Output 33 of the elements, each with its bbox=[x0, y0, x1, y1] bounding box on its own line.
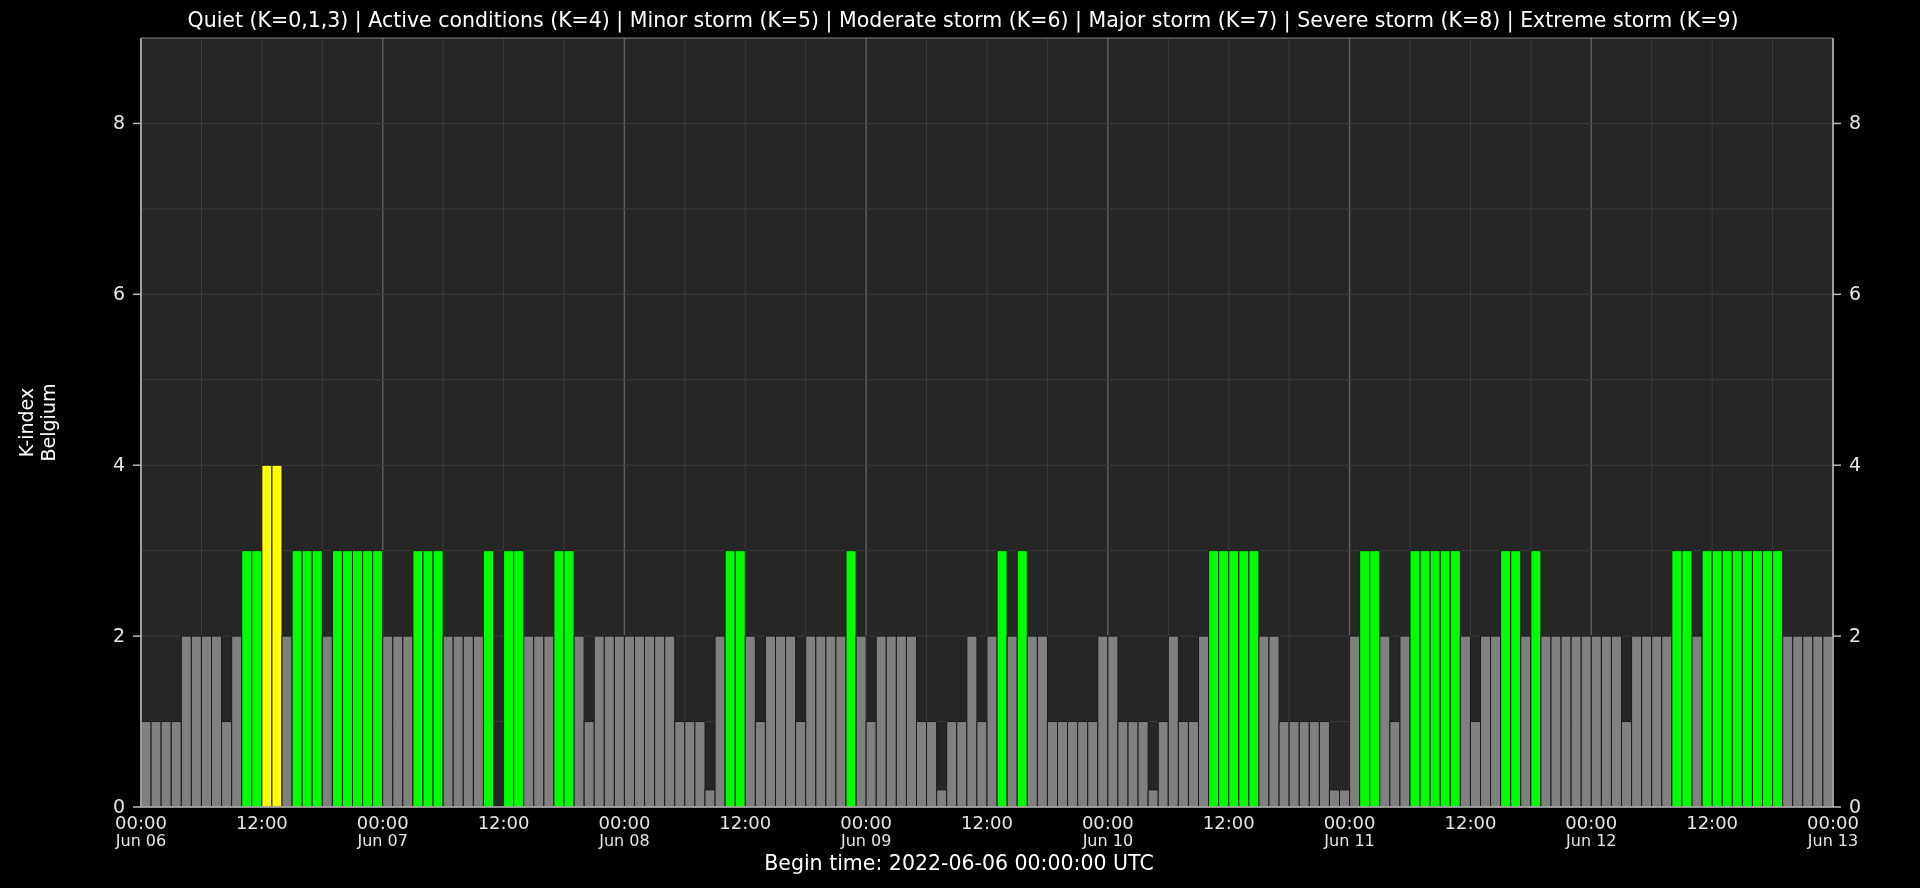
tick-label: 00:00 bbox=[598, 812, 651, 833]
tick-label: 6 bbox=[1849, 282, 1862, 305]
tick-label: 2 bbox=[1849, 624, 1862, 647]
tick-label: 00:00 bbox=[840, 812, 893, 833]
axis-title: Belgium bbox=[37, 383, 59, 462]
tick-label: 12:00 bbox=[961, 812, 1013, 833]
date-label: Jun 08 bbox=[599, 831, 650, 850]
tick-label: 12:00 bbox=[1202, 812, 1255, 833]
date-label: Jun 09 bbox=[840, 831, 892, 850]
tick-label: 12:00 bbox=[1444, 812, 1497, 833]
axis-title: K-index bbox=[15, 387, 37, 458]
date-label: Jun 10 bbox=[1082, 831, 1134, 850]
date-label: Jun 12 bbox=[1566, 831, 1617, 850]
date-label: Jun 07 bbox=[357, 831, 408, 850]
tick-label: 2 bbox=[112, 624, 125, 647]
tick-label: 8 bbox=[112, 111, 125, 134]
axis-title: Begin time: 2022-06-06 00:00:00 UTC bbox=[764, 851, 1154, 875]
date-label: Jun 11 bbox=[1324, 831, 1375, 850]
tick-label: 00:00 bbox=[356, 812, 409, 833]
tick-label: 4 bbox=[112, 453, 125, 476]
chart-title: Quiet (K=0,1,3) | Active conditions (K=4) | Minor storm (K=5) | Moderate storm (K=6) | Major storm (K=7) | Severe storm (K=8) | Extreme storm (K=9) bbox=[187, 8, 1739, 32]
tick-label: 00:00 bbox=[1323, 812, 1376, 833]
date-label: Jun 06 bbox=[115, 831, 167, 850]
tick-label: 12:00 bbox=[477, 812, 530, 833]
tick-label: 12:00 bbox=[1686, 812, 1739, 833]
tick-label: 12:00 bbox=[719, 812, 772, 833]
tick-label: 00:00 bbox=[1081, 812, 1134, 833]
tick-label: 6 bbox=[112, 282, 125, 305]
tick-label: 8 bbox=[1849, 111, 1862, 134]
tick-label: 12:00 bbox=[235, 812, 288, 833]
date-label: Jun 13 bbox=[1807, 831, 1859, 850]
tick-label: 4 bbox=[1849, 453, 1862, 476]
tick-label: 00:00 bbox=[1565, 812, 1618, 833]
